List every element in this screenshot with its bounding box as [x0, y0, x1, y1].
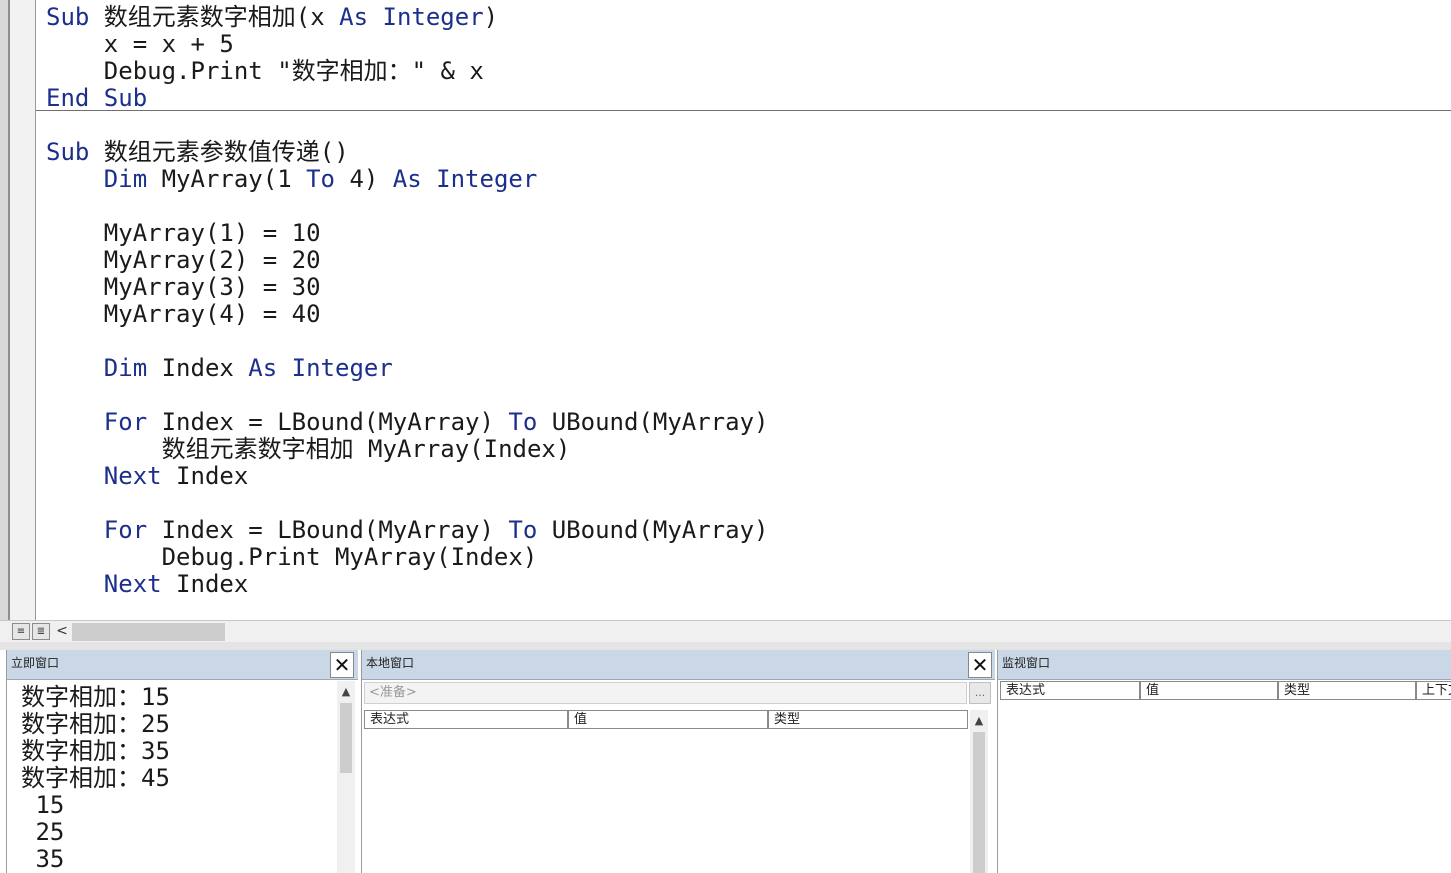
- code-keyword: To: [306, 165, 335, 193]
- code-keyword: To: [508, 516, 538, 544]
- watch-column-expression[interactable]: 表达式: [1000, 681, 1140, 700]
- watch-column-value[interactable]: 值: [1140, 681, 1278, 700]
- watch-window: 监视窗口 表达式 值 类型 上下文: [997, 650, 1451, 873]
- code-keyword: As Integer: [339, 3, 484, 31]
- code-text: ): [483, 3, 499, 31]
- immediate-output-line: 数字相加：35: [21, 737, 170, 765]
- procedure-separator: [36, 110, 1451, 111]
- code-text: MyArray(1: [161, 165, 307, 193]
- code-keyword: As Integer: [392, 165, 538, 193]
- code-line[interactable]: Debug.Print "数字相加：" & x: [46, 58, 484, 85]
- watch-column-context[interactable]: 上下文: [1416, 681, 1451, 700]
- locals-window: 本地窗口 ✕ <准备> ... 表达式 值 类型 ▲: [361, 650, 995, 873]
- code-line[interactable]: MyArray(3) = 30: [46, 274, 321, 301]
- code-keyword: As Integer: [248, 354, 393, 382]
- code-text: 数组元素数字相加(x: [103, 3, 340, 31]
- immediate-window-titlebar[interactable]: 立即窗口 ✕: [7, 650, 358, 680]
- code-editor[interactable]: Sub 数组元素数字相加(x As Integer) x = x + 5 Deb…: [0, 0, 1451, 620]
- code-keyword: For: [46, 516, 162, 544]
- locals-vertical-scrollbar[interactable]: ▲: [970, 710, 988, 873]
- code-keyword: Sub: [46, 138, 104, 166]
- code-line[interactable]: Sub 数组元素参数值传递(): [46, 139, 349, 166]
- pane-splitter[interactable]: [0, 642, 1451, 650]
- code-text: UBound(MyArray): [537, 408, 769, 436]
- code-text: Index: [161, 354, 249, 382]
- code-keyword: Dim: [46, 354, 162, 382]
- scroll-up-icon[interactable]: ▲: [337, 683, 355, 701]
- procedure-view-icon[interactable]: ≡: [12, 623, 30, 640]
- scroll-left-icon[interactable]: <: [54, 622, 70, 641]
- immediate-vertical-scrollbar[interactable]: ▲: [337, 681, 355, 873]
- code-line[interactable]: Next Index: [46, 462, 249, 490]
- code-text-area[interactable]: Sub 数组元素数字相加(x As Integer) x = x + 5 Deb…: [36, 0, 1451, 620]
- watch-window-title: 监视窗口: [1002, 656, 1051, 670]
- watch-column-type[interactable]: 类型: [1278, 681, 1416, 700]
- locals-window-title: 本地窗口: [366, 656, 415, 670]
- code-text: x = x + 5: [46, 30, 234, 58]
- editor-left-edge: [0, 0, 8, 620]
- code-keyword: Sub: [46, 3, 104, 31]
- code-text: Index: [176, 570, 249, 598]
- editor-bottom-bar: ≡ ≣ <: [0, 620, 1451, 642]
- code-line[interactable]: MyArray(1) = 10: [46, 220, 321, 247]
- code-keyword: For: [46, 408, 162, 436]
- scroll-up-icon[interactable]: ▲: [970, 712, 988, 730]
- immediate-output-line: 25: [21, 818, 65, 846]
- locals-column-type[interactable]: 类型: [768, 710, 968, 729]
- code-line[interactable]: MyArray(4) = 40: [46, 301, 321, 328]
- code-line[interactable]: Sub 数组元素数字相加(x As Integer): [46, 4, 498, 31]
- immediate-window: 立即窗口 ✕ 数字相加：15 数字相加：25 数字相加：35 数字相加：45 15 2…: [6, 650, 358, 873]
- code-line[interactable]: Dim Index As Integer: [46, 355, 393, 382]
- code-text: 数组元素数字相加 MyArray(Index): [46, 435, 571, 463]
- immediate-close-button[interactable]: ✕: [330, 652, 354, 678]
- immediate-output-line: 15: [21, 791, 65, 819]
- code-text: 数组元素参数值传递(): [103, 138, 349, 166]
- code-line[interactable]: End Sub: [46, 85, 147, 112]
- immediate-output-line: 数字相加：45: [21, 764, 170, 792]
- code-line[interactable]: Next Index: [46, 570, 249, 598]
- code-line[interactable]: Dim MyArray(1 To 4) As Integer: [46, 165, 538, 193]
- code-text: Index: [176, 462, 249, 490]
- full-module-view-icon[interactable]: ≣: [32, 623, 50, 640]
- code-keyword: Next: [46, 570, 177, 598]
- immediate-output-line: 35: [21, 845, 65, 873]
- code-line[interactable]: x = x + 5: [46, 31, 234, 58]
- code-text: 4): [335, 165, 393, 193]
- code-line[interactable]: For Index = LBound(MyArray) To UBound(My…: [46, 408, 769, 436]
- immediate-scrollbar-thumb[interactable]: [340, 703, 352, 773]
- code-text: Index = LBound(MyArray): [161, 408, 509, 436]
- locals-context-field: <准备>: [364, 682, 967, 704]
- code-text: UBound(MyArray): [537, 516, 769, 544]
- locals-close-button[interactable]: ✕: [968, 652, 992, 678]
- immediate-output-area[interactable]: 数字相加：15 数字相加：25 数字相加：35 数字相加：45 15 25 35: [7, 681, 337, 873]
- code-text: Index = LBound(MyArray): [161, 516, 509, 544]
- code-line[interactable]: 数组元素数字相加 MyArray(Index): [46, 435, 571, 463]
- code-keyword: End Sub: [46, 84, 148, 112]
- code-keyword: Next: [46, 462, 177, 490]
- immediate-output-line: 数字相加：15: [21, 683, 170, 711]
- code-keyword: Dim: [46, 165, 162, 193]
- editor-margin-indicator-bar[interactable]: [8, 0, 36, 620]
- code-keyword: To: [508, 408, 538, 436]
- code-text: MyArray(2) = 20: [46, 246, 321, 274]
- code-text: MyArray(4) = 40: [46, 300, 321, 328]
- immediate-output-line: 数字相加：25: [21, 710, 170, 738]
- watch-window-titlebar[interactable]: 监视窗口: [998, 650, 1451, 680]
- locals-column-value[interactable]: 值: [568, 710, 768, 729]
- horizontal-scrollbar-thumb[interactable]: [72, 623, 225, 641]
- horizontal-scrollbar[interactable]: [72, 623, 1451, 641]
- code-line[interactable]: MyArray(2) = 20: [46, 247, 321, 274]
- code-text: MyArray(3) = 30: [46, 273, 321, 301]
- code-text: Debug.Print MyArray(Index): [46, 543, 538, 571]
- locals-column-expression[interactable]: 表达式: [364, 710, 568, 729]
- locals-window-titlebar[interactable]: 本地窗口 ✕: [362, 650, 995, 680]
- immediate-window-title: 立即窗口: [11, 656, 60, 670]
- call-stack-button[interactable]: ...: [969, 682, 991, 704]
- code-line[interactable]: For Index = LBound(MyArray) To UBound(My…: [46, 516, 769, 544]
- code-text: MyArray(1) = 10: [46, 219, 321, 247]
- code-text: Debug.Print "数字相加：" & x: [46, 57, 484, 85]
- code-line[interactable]: Debug.Print MyArray(Index): [46, 543, 538, 571]
- locals-scrollbar-thumb[interactable]: [973, 732, 985, 873]
